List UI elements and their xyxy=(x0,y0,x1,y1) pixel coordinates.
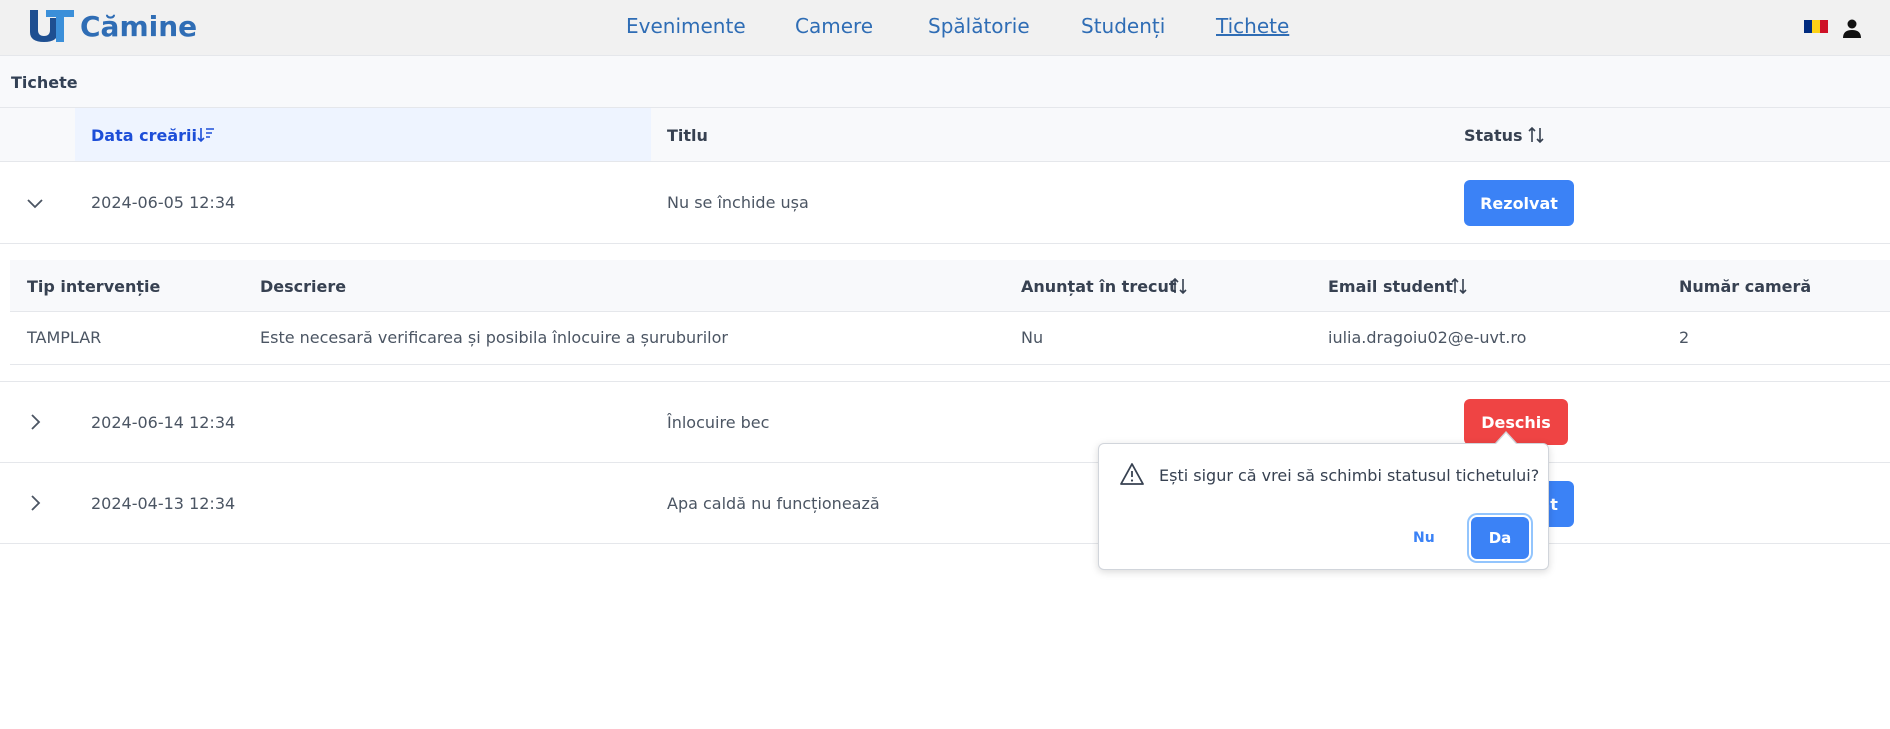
table-row[interactable]: 2024-06-05 12:34 Nu se închide ușa Rezol… xyxy=(0,162,1890,244)
app-brand[interactable]: Cămine xyxy=(80,10,197,43)
ticket-title: Apa caldă nu funcționează xyxy=(667,494,880,513)
details-row: TAMPLAR Este necesară verificarea și pos… xyxy=(10,312,1890,365)
nav-tichete[interactable]: Tichete xyxy=(1216,14,1289,38)
sort-desc-icon[interactable] xyxy=(197,126,215,144)
confirm-popup: Ești sigur că vrei să schimbi statusul t… xyxy=(1098,443,1549,570)
chevron-down-icon[interactable] xyxy=(26,194,44,212)
table-row[interactable]: 2024-06-14 12:34 Înlocuire bec Deschis xyxy=(0,382,1890,463)
popup-arrow xyxy=(1496,433,1516,444)
details-header-type: Tip intervenție xyxy=(27,277,161,296)
room-number: 2 xyxy=(1679,328,1690,347)
column-header-title[interactable]: Titlu xyxy=(667,126,708,145)
sort-icon[interactable] xyxy=(1450,277,1468,295)
table-header: Data creării Titlu Status xyxy=(0,108,1890,162)
uvt-logo-icon[interactable] xyxy=(28,8,76,44)
confirm-message: Ești sigur că vrei să schimbi statusul t… xyxy=(1159,466,1540,485)
column-header-date[interactable]: Data creării xyxy=(91,126,197,145)
chevron-right-icon[interactable] xyxy=(26,413,44,431)
details-header-description: Descriere xyxy=(260,277,347,296)
nav-evenimente[interactable]: Evenimente xyxy=(626,14,746,38)
nav-camere[interactable]: Camere xyxy=(795,14,873,38)
nav-studenti[interactable]: Studenți xyxy=(1081,14,1165,38)
ticket-date: 2024-04-13 12:34 xyxy=(91,494,236,513)
romania-flag-icon[interactable] xyxy=(1804,20,1828,33)
ticket-date: 2024-06-05 12:34 xyxy=(91,193,236,212)
details-header-email[interactable]: Email student xyxy=(1328,277,1453,296)
nav-spalatorie[interactable]: Spălătorie xyxy=(928,14,1030,38)
details-header-room: Număr cameră xyxy=(1679,277,1812,296)
panel-header: Tichete xyxy=(0,56,1890,108)
warning-icon xyxy=(1120,463,1144,485)
ticket-date: 2024-06-14 12:34 xyxy=(91,413,236,432)
status-button-resolved[interactable]: Rezolvat xyxy=(1464,180,1574,226)
intervention-type: TAMPLAR xyxy=(27,328,102,347)
panel-title: Tichete xyxy=(11,73,78,92)
ticket-title: Nu se închide ușa xyxy=(667,193,809,212)
sort-icon[interactable] xyxy=(1170,277,1188,295)
details-header: Tip intervenție Descriere Anunțat în tre… xyxy=(10,260,1890,312)
user-icon[interactable] xyxy=(1840,16,1864,40)
column-header-status[interactable]: Status xyxy=(1464,126,1523,145)
ticket-description: Este necesară verificarea și posibila în… xyxy=(260,328,728,347)
student-email: iulia.dragoiu02@e-uvt.ro xyxy=(1328,328,1527,347)
chevron-right-icon[interactable] xyxy=(26,494,44,512)
ticket-details: Tip intervenție Descriere Anunțat în tre… xyxy=(0,244,1890,382)
ticket-title: Înlocuire bec xyxy=(667,413,770,432)
top-navbar: Cămine Evenimente Camere Spălătorie Stud… xyxy=(0,0,1890,56)
announced-value: Nu xyxy=(1021,328,1044,347)
confirm-yes-button[interactable]: Da xyxy=(1471,517,1529,559)
details-header-announced[interactable]: Anunțat în trecut xyxy=(1021,277,1177,296)
table-row[interactable]: 2024-04-13 12:34 Apa caldă nu funcționea… xyxy=(0,463,1890,544)
confirm-no-button[interactable]: Nu xyxy=(1413,530,1435,546)
sort-icon[interactable] xyxy=(1527,126,1545,144)
